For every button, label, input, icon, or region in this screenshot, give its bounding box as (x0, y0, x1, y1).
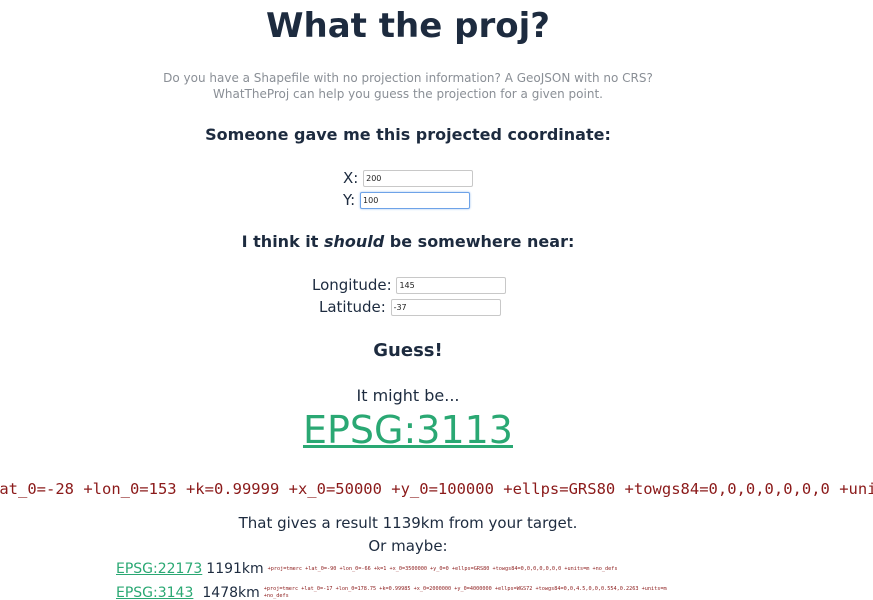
longitude-label: Longitude: (312, 276, 392, 294)
latitude-label: Latitude: (319, 298, 386, 316)
page-title: What the proj? (266, 6, 550, 46)
intro-line-2: WhatTheProj can help you guess the proje… (213, 87, 603, 101)
longitude-input[interactable] (396, 277, 507, 294)
or-maybe-text: Or maybe: (368, 537, 448, 555)
y-row: Y: (343, 191, 471, 209)
alternative-row: EPSG:3143 1478km +proj=tmerc +lat_0=-17 +l… (116, 585, 684, 600)
alternative-row: EPSG:22173 1191km +proj=tmerc +lat_0=-90 +… (116, 561, 688, 577)
intro-line-1: Do you have a Shapefile with no projecti… (163, 71, 653, 85)
might-be-text: It might be... (356, 386, 460, 405)
best-proj-string: lat_0=-28 +lon_0=153 +k=0.99999 +x_0=500… (0, 480, 873, 498)
alternative-epsg-link[interactable]: EPSG:3143 (116, 585, 193, 600)
near-heading: I think it should be somewhere near: (0, 232, 816, 251)
alternative-epsg-link[interactable]: EPSG:22173 (116, 561, 202, 577)
alternative-proj-string: +proj=tmerc +lat_0=-17 +lon_0=178.75 +k=… (263, 586, 667, 599)
near-heading-before: I think it (241, 232, 324, 251)
projected-coordinate-heading: Someone gave me this projected coordinat… (205, 125, 611, 144)
page: What the proj? Do you have a Shapefile w… (0, 0, 873, 600)
latitude-input[interactable] (390, 299, 501, 316)
x-row: X: (343, 169, 474, 187)
y-label: Y: (343, 191, 356, 209)
guess-button[interactable]: Guess! (0, 340, 816, 361)
best-epsg-link[interactable]: EPSG:3113 (0, 408, 816, 452)
alternative-distance: 1478km (202, 585, 260, 600)
x-input[interactable] (363, 170, 474, 187)
result-distance-text: That gives a result 1139km from your tar… (238, 514, 578, 532)
alternative-distance: 1191km (206, 561, 264, 577)
intro-text: Do you have a Shapefile with no projecti… (0, 70, 816, 102)
near-heading-after: be somewhere near: (384, 232, 575, 251)
latitude-row: Latitude: (319, 298, 501, 316)
near-heading-emphasis: should (323, 232, 385, 251)
longitude-row: Longitude: (312, 276, 507, 294)
alternative-proj-string: +proj=tmerc +lat_0=-90 +lon_0=-66 +k=1 +… (267, 565, 618, 572)
y-input[interactable] (360, 192, 471, 209)
x-label: X: (343, 169, 359, 187)
